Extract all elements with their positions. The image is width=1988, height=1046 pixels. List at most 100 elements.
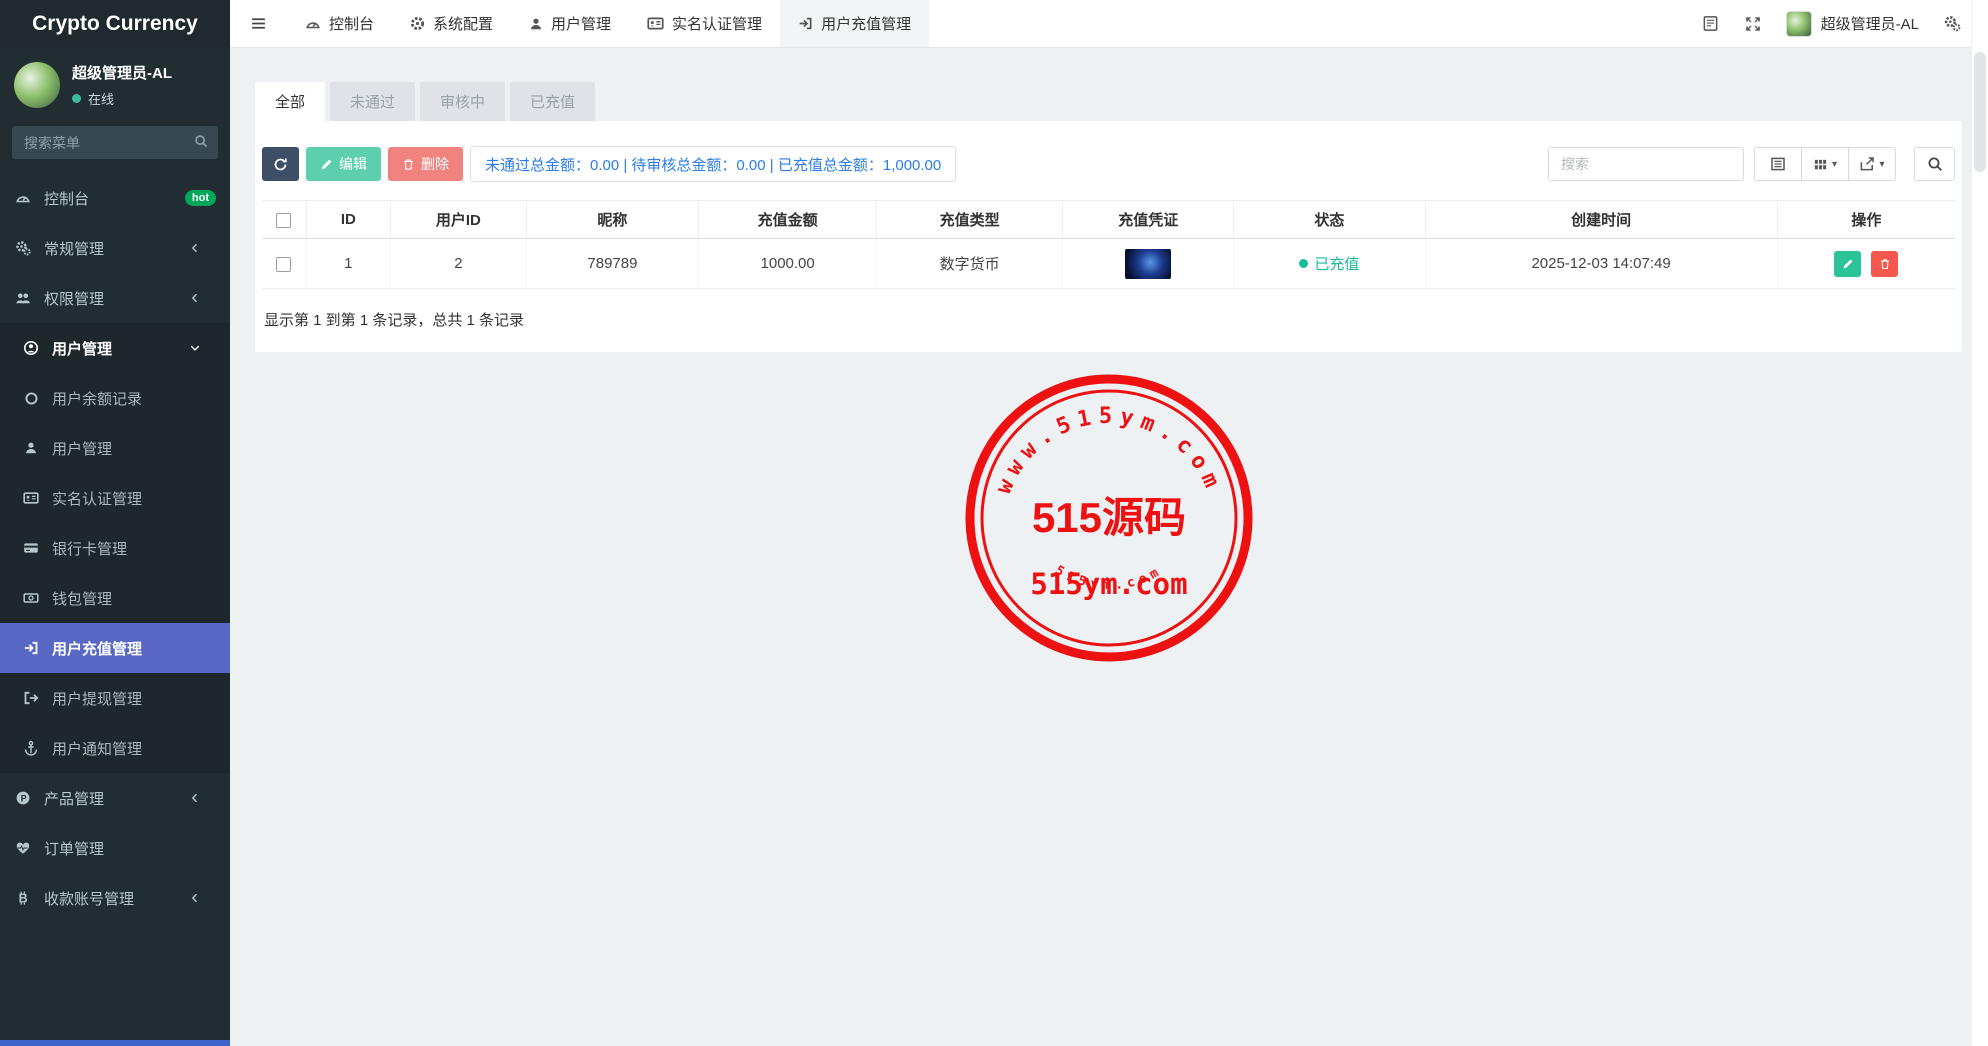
select-all-checkbox[interactable] bbox=[276, 213, 291, 228]
chevron-left-icon bbox=[186, 892, 204, 904]
header-proof[interactable]: 充值凭证 bbox=[1063, 201, 1234, 239]
edit-button[interactable]: 编辑 bbox=[306, 147, 381, 181]
filter-tab-all[interactable]: 全部 bbox=[255, 82, 325, 121]
product-icon: P bbox=[14, 790, 32, 806]
status-dot-icon bbox=[1299, 259, 1308, 268]
sign-in-icon bbox=[22, 640, 40, 656]
language-icon[interactable] bbox=[1689, 15, 1732, 32]
sidebar-search-input[interactable] bbox=[12, 126, 218, 159]
cogs-icon bbox=[14, 240, 32, 256]
svg-text:P: P bbox=[21, 793, 27, 803]
detail-view-button[interactable] bbox=[1754, 147, 1802, 181]
users-group-icon bbox=[14, 290, 32, 306]
sidebar-item-notifications[interactable]: 用户通知管理 bbox=[0, 723, 230, 773]
sign-out-icon bbox=[22, 690, 40, 706]
table-search-input[interactable] bbox=[1548, 147, 1744, 181]
cell-nickname: 789789 bbox=[526, 239, 699, 289]
caret-down-icon: ▾ bbox=[1879, 159, 1884, 170]
scrollbar[interactable] bbox=[1971, 0, 1988, 1046]
sidebar-item-products[interactable]: P 产品管理 bbox=[0, 773, 230, 823]
columns-button[interactable]: ▾ bbox=[1801, 147, 1849, 181]
watermark-stamp: www.515ym.com 515源码 515ym.com 515ym.com bbox=[963, 372, 1255, 664]
header-actions: 操作 bbox=[1777, 201, 1955, 239]
avatar bbox=[14, 62, 60, 108]
navbar-user-menu[interactable]: 超级管理员-AL bbox=[1774, 11, 1931, 37]
scrollbar-thumb[interactable] bbox=[1974, 52, 1986, 172]
chevron-left-icon bbox=[186, 242, 204, 254]
sidebar-item-withdraw[interactable]: 用户提现管理 bbox=[0, 673, 230, 723]
refresh-button[interactable] bbox=[262, 147, 299, 181]
sidebar-item-balance-log[interactable]: 用户余额记录 bbox=[0, 373, 230, 423]
trash-icon bbox=[402, 158, 415, 171]
search-button[interactable] bbox=[1914, 147, 1955, 181]
sidebar-item-bank-cards[interactable]: 银行卡管理 bbox=[0, 523, 230, 573]
delete-button[interactable]: 删除 bbox=[388, 147, 463, 181]
sidebar-item-user-management[interactable]: 用户管理 bbox=[0, 323, 230, 373]
sidebar-item-permissions[interactable]: 权限管理 bbox=[0, 273, 230, 323]
table-toolbar: 编辑 删除 未通过总金额：0.00 | 待审核总金额：0.00 | 已充值总金额… bbox=[262, 146, 1955, 182]
sidebar-item-recharge[interactable]: 用户充值管理 bbox=[0, 623, 230, 673]
settings-gears-icon[interactable] bbox=[1931, 15, 1974, 32]
id-card-icon bbox=[647, 15, 664, 32]
pencil-icon bbox=[1842, 258, 1854, 270]
export-icon bbox=[1859, 156, 1875, 172]
status-badge: 已充值 bbox=[1299, 253, 1359, 274]
nav-tab-system-config[interactable]: 系统配置 bbox=[392, 0, 511, 47]
export-button[interactable]: ▾ bbox=[1848, 147, 1896, 181]
nav-tab-kyc[interactable]: 实名认证管理 bbox=[629, 0, 780, 47]
sidebar-item-general[interactable]: 常规管理 bbox=[0, 223, 230, 273]
trash-icon bbox=[1879, 258, 1891, 270]
header-nickname[interactable]: 昵称 bbox=[526, 201, 699, 239]
filter-tab-rejected[interactable]: 未通过 bbox=[330, 82, 415, 121]
header-type[interactable]: 充值类型 bbox=[877, 201, 1063, 239]
sidebar-item-dashboard[interactable]: 控制台 hot bbox=[0, 173, 230, 223]
nav-tab-recharge[interactable]: 用户充值管理 bbox=[780, 0, 929, 47]
header-amount[interactable]: 充值金额 bbox=[699, 201, 877, 239]
header-id[interactable]: ID bbox=[306, 201, 391, 239]
bitcoin-icon: B bbox=[14, 890, 32, 906]
row-delete-button[interactable] bbox=[1871, 251, 1898, 277]
fullscreen-icon[interactable] bbox=[1732, 16, 1774, 32]
sidebar-item-wallets[interactable]: 钱包管理 bbox=[0, 573, 230, 623]
row-checkbox[interactable] bbox=[276, 257, 291, 272]
sidebar-item-kyc[interactable]: 实名认证管理 bbox=[0, 473, 230, 523]
header-status[interactable]: 状态 bbox=[1234, 201, 1425, 239]
dashboard-icon bbox=[14, 190, 32, 206]
user-name: 超级管理员-AL bbox=[72, 62, 172, 83]
chevron-left-icon bbox=[186, 292, 204, 304]
filter-tab-recharged[interactable]: 已充值 bbox=[510, 82, 595, 121]
chevron-left-icon bbox=[186, 792, 204, 804]
header-created[interactable]: 创建时间 bbox=[1425, 201, 1777, 239]
cell-type: 数字货币 bbox=[877, 239, 1063, 289]
user-circle-icon bbox=[22, 340, 40, 356]
circle-o-icon bbox=[22, 391, 40, 406]
table-row: 1 2 789789 1000.00 数字货币 已充值 2025-12-03 1… bbox=[262, 239, 1955, 289]
user-icon bbox=[22, 441, 40, 455]
sidebar-menu: 控制台 hot 常规管理 权限管理 用户管理 用户余额记录 bbox=[0, 173, 230, 923]
svg-text:515ym.com: 515ym.com bbox=[1052, 563, 1165, 593]
search-icon[interactable] bbox=[194, 134, 208, 148]
header-user-id[interactable]: 用户ID bbox=[391, 201, 526, 239]
recharge-proof-image[interactable] bbox=[1125, 249, 1171, 279]
svg-text:B: B bbox=[19, 891, 28, 905]
nav-tab-user-management[interactable]: 用户管理 bbox=[511, 0, 629, 47]
app-logo[interactable]: Crypto Currency bbox=[0, 0, 230, 48]
filter-tab-pending[interactable]: 审核中 bbox=[420, 82, 505, 121]
svg-text:www.515ym.com: www.515ym.com bbox=[991, 404, 1226, 498]
sidebar-toggle-icon[interactable] bbox=[230, 0, 287, 47]
sidebar-item-user-list[interactable]: 用户管理 bbox=[0, 423, 230, 473]
cell-created-at: 2025-12-03 14:07:49 bbox=[1425, 239, 1777, 289]
recharge-table: ID 用户ID 昵称 充值金额 充值类型 充值凭证 状态 创建时间 操作 1 2… bbox=[262, 200, 1955, 289]
sidebar-item-payment-accounts[interactable]: B 收款账号管理 bbox=[0, 873, 230, 923]
amount-summary: 未通过总金额：0.00 | 待审核总金额：0.00 | 已充值总金额：1,000… bbox=[470, 146, 956, 182]
user-icon bbox=[529, 17, 543, 31]
id-card-icon bbox=[22, 490, 40, 506]
sidebar-item-orders[interactable]: 订单管理 bbox=[0, 823, 230, 873]
search-icon bbox=[1927, 156, 1943, 172]
gear-icon bbox=[410, 16, 425, 31]
avatar bbox=[1786, 11, 1812, 37]
row-edit-button[interactable] bbox=[1834, 251, 1861, 277]
list-icon bbox=[1770, 156, 1786, 172]
dashboard-icon bbox=[305, 16, 321, 32]
nav-tab-dashboard[interactable]: 控制台 bbox=[287, 0, 392, 47]
